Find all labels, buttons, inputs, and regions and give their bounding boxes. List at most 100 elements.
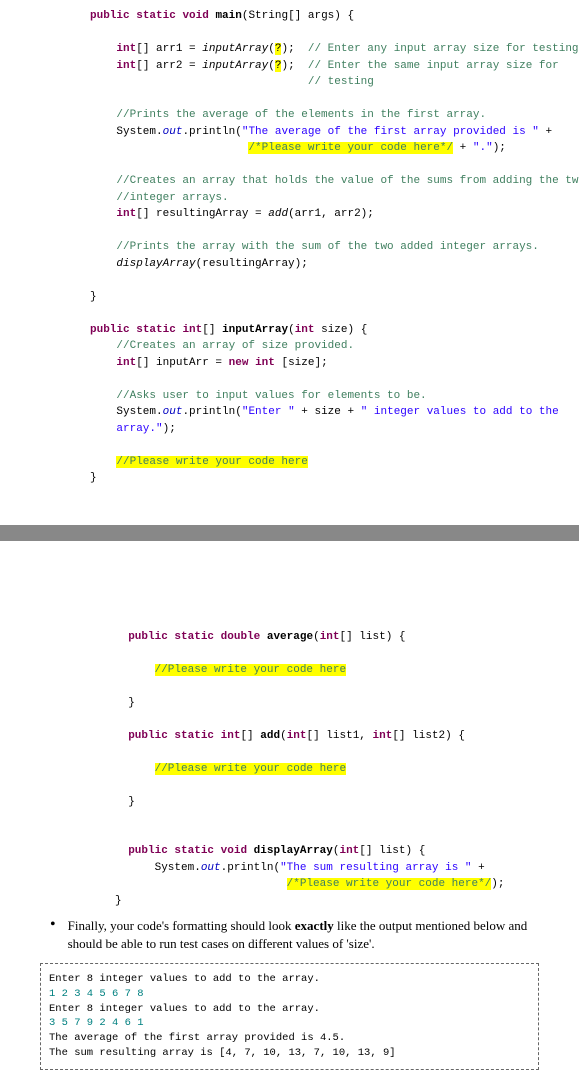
text: ( [268,60,275,72]
kw: public [128,631,168,643]
comment: // Enter any input array size for testin… [308,43,579,55]
comment: // Enter the same input array size for [308,60,559,72]
kw: int [295,324,315,336]
text: [] arr2 = [136,60,202,72]
kw: void [221,845,247,857]
text: ); [493,142,506,154]
bullet-paragraph: • Finally, your code's formatting should… [0,917,579,953]
text: [] [240,730,260,742]
text: [] resultingArray = [136,208,268,220]
text: [] list1, [307,730,373,742]
kw: static [174,730,214,742]
kw: static [136,10,176,22]
call: add [268,208,288,220]
text: ( [313,631,320,643]
placeholder: /*Please write your code here*/ [287,878,492,890]
text: + [472,862,485,874]
kw: int [221,730,241,742]
brace: } [90,291,97,303]
page-divider [0,525,579,541]
method: displayArray [254,845,333,857]
text: [] list2) { [392,730,465,742]
kw: int [116,43,136,55]
kw: int [339,845,359,857]
text-bold: exactly [295,918,334,933]
brace: } [90,472,97,484]
call: inputArray [202,43,268,55]
text: [] list) { [359,845,425,857]
text: (arr1, arr2); [288,208,374,220]
kw: int [116,60,136,72]
text: + [539,126,552,138]
kw: public [90,10,130,22]
output-line: The sum resulting array is [4, 7, 10, 13… [49,1047,396,1059]
comment: // testing [308,76,374,88]
kw: int [255,357,275,369]
text: ( [280,730,287,742]
call: displayArray [116,258,195,270]
placeholder: //Please write your code here [155,763,346,775]
comment: //Creates an array that holds the value … [116,175,579,187]
text: System. [116,406,162,418]
text: .println( [182,406,241,418]
brace: } [128,796,135,808]
text: [] arr1 = [136,43,202,55]
kw: int [320,631,340,643]
text: [] list) { [340,631,406,643]
text: ); [491,878,504,890]
bullet-text: Finally, your code's formatting should l… [68,917,539,953]
brace: } [128,697,135,709]
text: .println( [221,862,280,874]
text: .println( [182,126,241,138]
kw: int [182,324,202,336]
text: + size + [295,406,361,418]
kw: public [90,324,130,336]
text: Finally, your code's formatting should l… [68,918,295,933]
member: out [163,126,183,138]
code-block-1: public static void main(String[] args) {… [0,0,579,495]
user-input: 1 2 3 4 5 6 7 8 [49,988,144,1000]
text: [] [202,324,222,336]
comment: //Prints the array with the sum of the t… [116,241,538,253]
comment: //integer arrays. [116,192,228,204]
text: + [453,142,473,154]
placeholder: /*Please write your code here*/ [248,142,453,154]
method: add [260,730,280,742]
string: "The average of the first array provided… [242,126,539,138]
output-line: Enter 8 integer values to add to the arr… [49,973,320,985]
member: out [163,406,183,418]
kw: static [174,845,214,857]
text: ); [281,43,307,55]
string: array." [116,423,162,435]
string: "." [473,142,493,154]
bullet-icon: • [50,917,56,953]
placeholder: //Please write your code here [116,456,307,468]
kw: int [287,730,307,742]
member: out [201,862,221,874]
output-line: The average of the first array provided … [49,1032,345,1044]
kw: static [174,631,214,643]
code-block-2: public static double average(int[] list)… [0,621,579,918]
comment: //Asks user to input values for elements… [116,390,426,402]
kw: void [182,10,208,22]
kw: public [128,730,168,742]
string: "The sum resulting array is " [280,862,471,874]
kw: double [221,631,261,643]
text: (resultingArray); [196,258,308,270]
string: " integer values to add to the [361,406,559,418]
kw: int [116,208,136,220]
kw: new [229,357,249,369]
text: [] inputArr = [136,357,228,369]
text: ); [163,423,176,435]
output-line: Enter 8 integer values to add to the arr… [49,1003,320,1015]
comment: //Creates an array of size provided. [116,340,354,352]
comment: //Prints the average of the elements in … [116,109,486,121]
kw: int [373,730,393,742]
method: average [267,631,313,643]
text: ); [281,60,307,72]
method: main [215,10,241,22]
method: inputArray [222,324,288,336]
expected-output: Enter 8 integer values to add to the arr… [40,963,539,1069]
text: System. [155,862,201,874]
kw: public [128,845,168,857]
